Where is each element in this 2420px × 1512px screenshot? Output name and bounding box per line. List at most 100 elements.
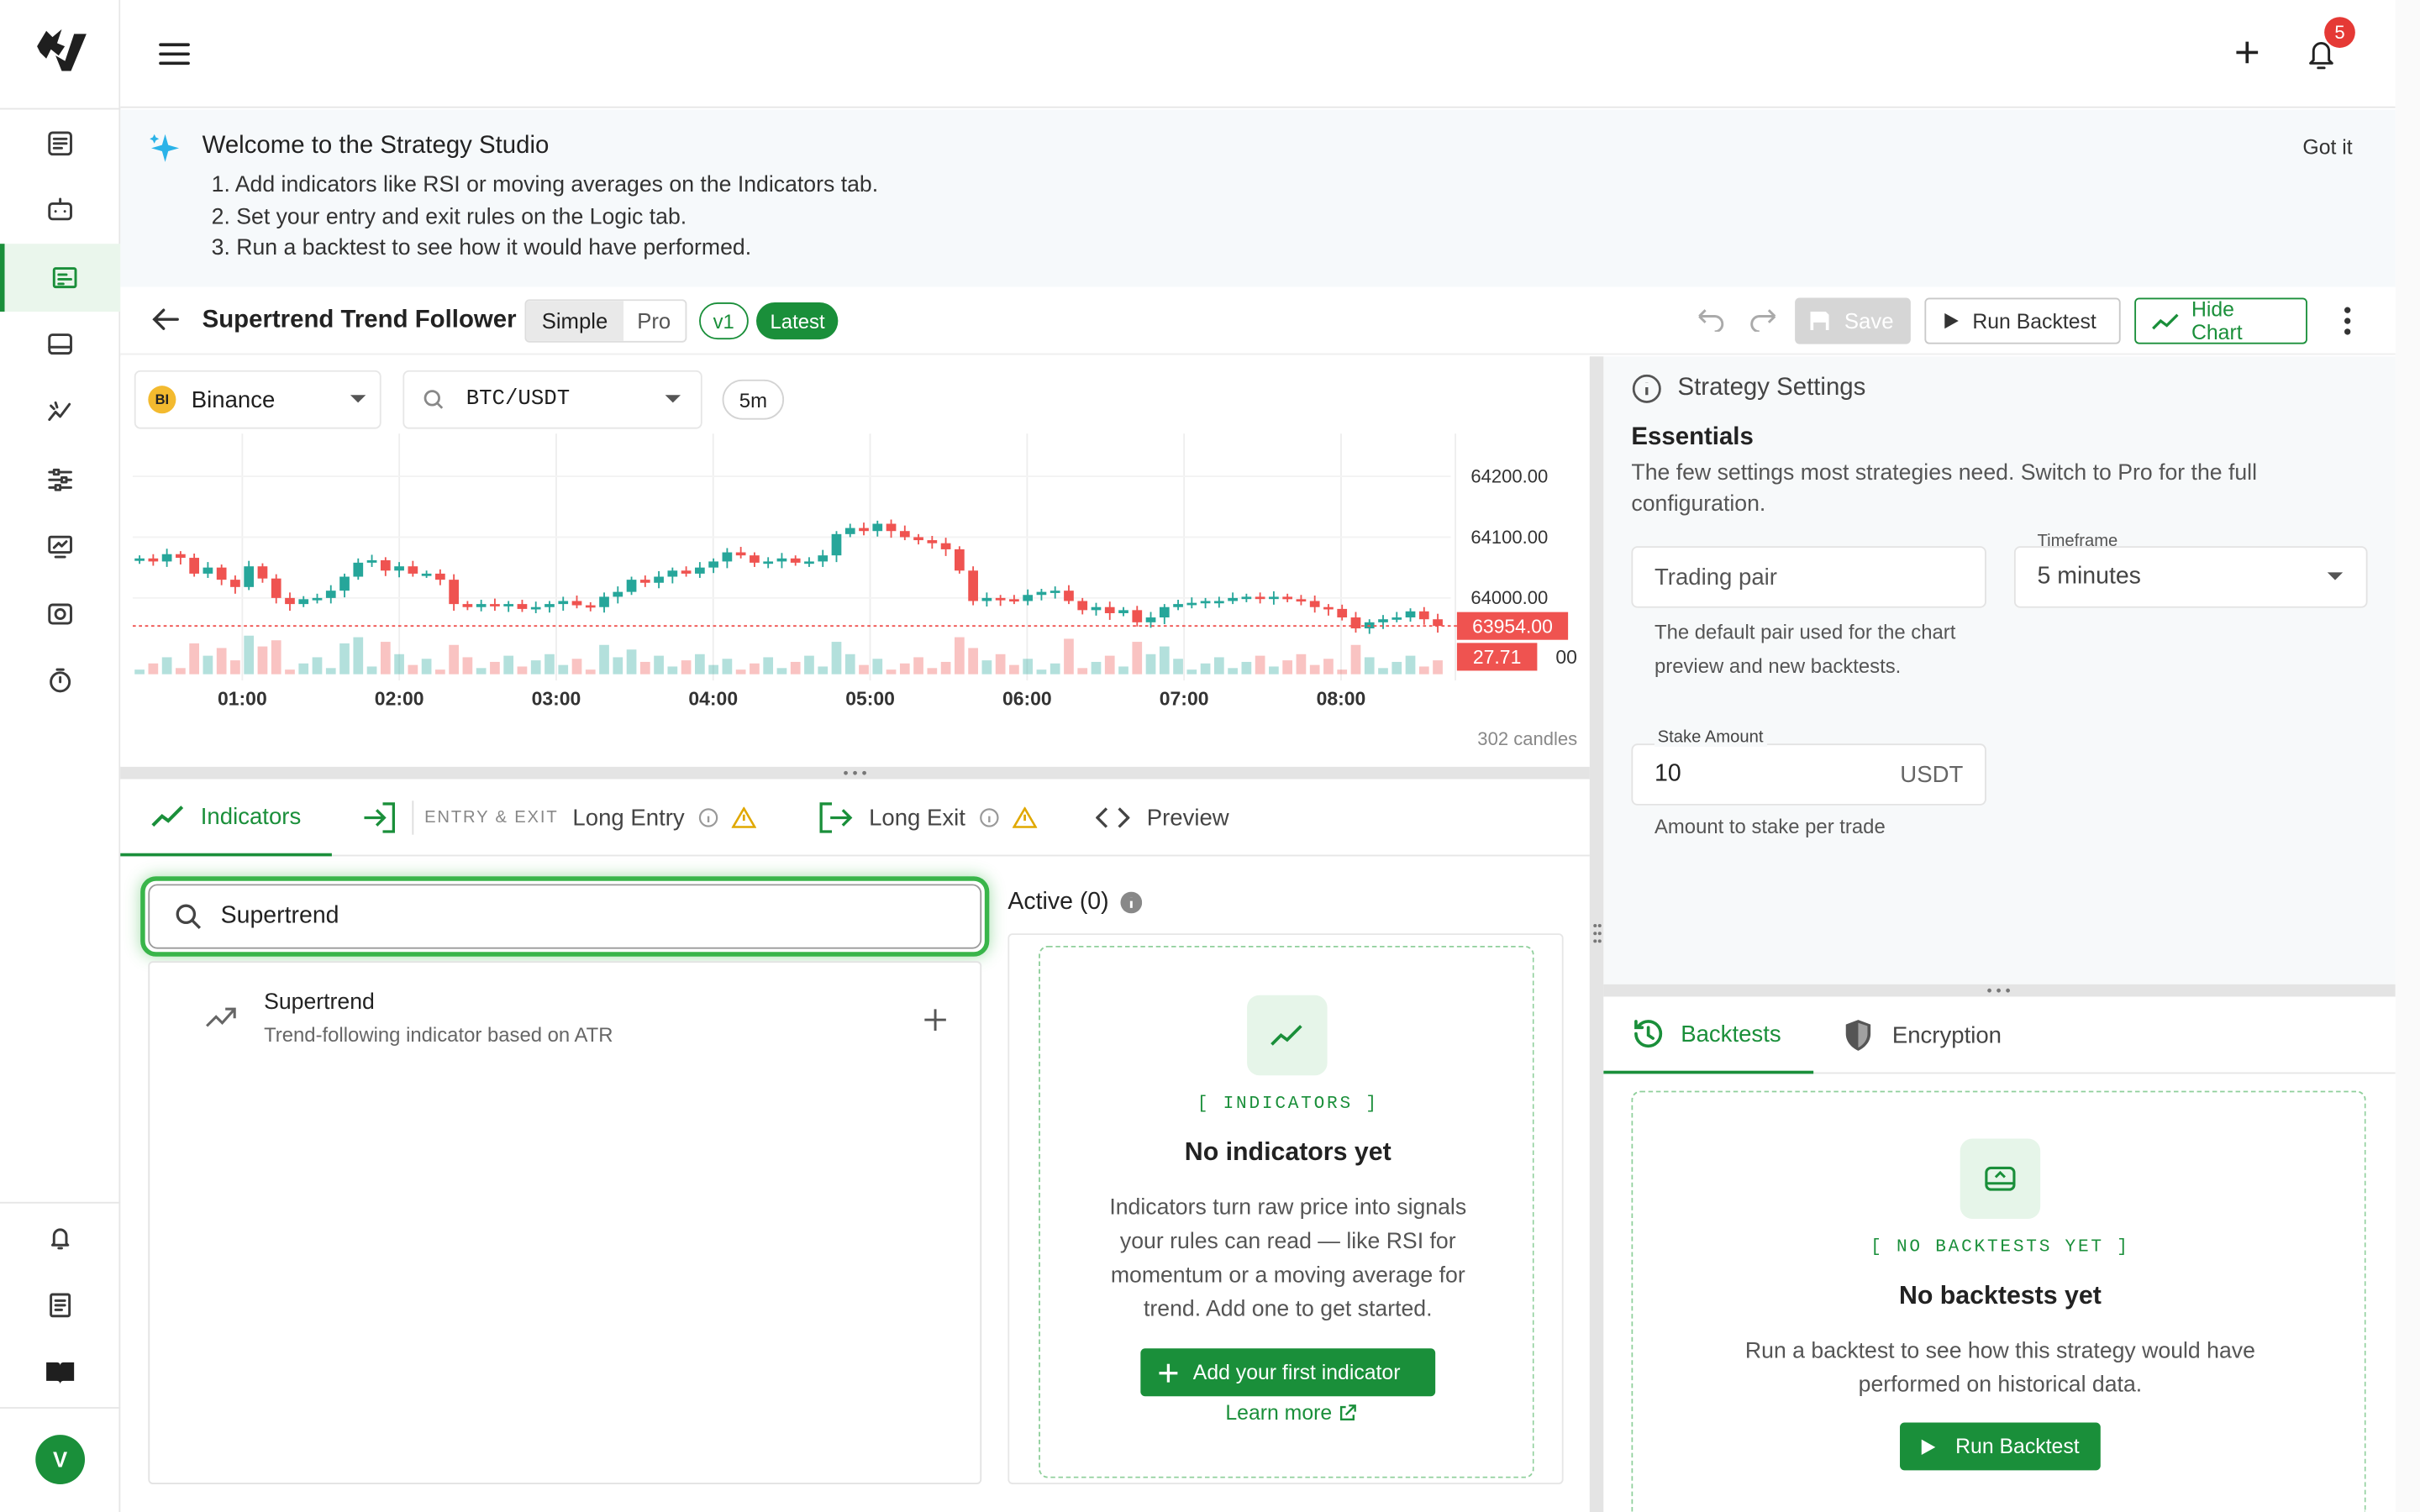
timeframe-chip-label: 5m	[739, 387, 767, 412]
volume-bar	[503, 655, 514, 675]
settings-resize-handle[interactable]	[1603, 984, 2396, 997]
vertical-resize-handle[interactable]	[1589, 356, 1604, 1512]
tab-long-entry[interactable]: Long Entry	[572, 780, 756, 857]
nav-book-icon[interactable]	[45, 1359, 76, 1387]
timeframe-value: 5 minutes	[2037, 563, 2141, 590]
nav-dashboard-icon[interactable]	[46, 129, 74, 157]
redo-icon[interactable]	[1749, 307, 1780, 332]
nav-timer-icon[interactable]	[46, 666, 74, 694]
x-tick-label: 04:00	[688, 687, 738, 709]
pair-select[interactable]: BTC/USDT	[402, 370, 702, 429]
volume-bar	[872, 659, 883, 675]
timeframe-select[interactable]: 5 minutes	[2013, 546, 2368, 608]
nav-monitor-icon[interactable]	[46, 533, 74, 560]
tab-encryption[interactable]: Encryption	[1843, 997, 2002, 1074]
run-backtest-empty-button[interactable]: Run Backtest	[1900, 1422, 2101, 1471]
candle-body	[530, 606, 541, 610]
user-avatar[interactable]: V	[35, 1435, 86, 1484]
volume-bar	[667, 666, 678, 675]
settings-panel: Strategy Settings Essentials The few set…	[1603, 356, 2396, 984]
nav-alerts-icon[interactable]	[46, 1224, 74, 1252]
candle-body	[804, 561, 814, 564]
tab-backtests[interactable]: Backtests	[1603, 997, 1814, 1074]
candle-body	[571, 601, 582, 606]
trading-pair-input[interactable]: Trading pair	[1631, 546, 1986, 608]
nav-backtests-icon[interactable]	[46, 330, 74, 358]
timeframe-chip[interactable]: 5m	[722, 379, 785, 420]
save-button[interactable]: Save	[1795, 297, 1911, 344]
volume-bar	[1269, 666, 1279, 675]
volume-bar	[421, 659, 432, 675]
no-backtests-tag: [ NO BACKTESTS YET ]	[1870, 1237, 2130, 1257]
learn-more-link[interactable]: Learn more	[1225, 1401, 1356, 1424]
last-volume-label: 27.71	[1473, 646, 1521, 668]
tab-long-exit[interactable]: Long Exit	[869, 780, 1037, 857]
volume-bar	[1091, 661, 1102, 675]
undo-icon[interactable]	[1695, 307, 1726, 332]
volume-bar	[1036, 669, 1047, 675]
nav-analytics-icon[interactable]	[46, 398, 74, 426]
volume-bar	[189, 643, 199, 675]
no-indicators-body: Indicators turn raw price into signals y…	[1109, 1195, 1467, 1323]
candle-body	[776, 558, 787, 562]
volume-bar	[585, 669, 596, 675]
volume-bar	[708, 664, 718, 675]
volume-bar	[530, 660, 541, 675]
nav-wallet-icon[interactable]	[46, 600, 74, 627]
add-icon[interactable]	[2235, 40, 2260, 65]
stake-amount-label: Stake Amount	[1654, 727, 1767, 747]
indicator-search-input[interactable]: Supertrend	[148, 884, 982, 949]
more-vertical-icon[interactable]	[2343, 306, 2352, 337]
external-link-icon	[1340, 1404, 1356, 1420]
price-chart[interactable]: 01:00 02:00 03:00 04:00 05:00 06:00 07:00 08:00…	[120, 433, 1590, 767]
candle-body	[1282, 596, 1293, 600]
nav-docs-icon[interactable]	[46, 1291, 74, 1319]
got-it-button[interactable]: Got it	[2302, 136, 2352, 160]
volume-bar	[394, 654, 404, 675]
candle-body	[230, 580, 240, 587]
scroll-track[interactable]	[2395, 0, 2420, 1512]
nav-settings-sliders-icon[interactable]	[46, 466, 74, 494]
top-header: 5	[120, 0, 2396, 108]
add-first-indicator-button[interactable]: Add your first indicator	[1140, 1348, 1436, 1397]
stake-help: Amount to stake per trade	[1654, 814, 1886, 838]
stake-unit: USDT	[1900, 761, 1964, 788]
candle-body	[1392, 617, 1402, 620]
back-arrow-icon[interactable]	[151, 307, 179, 332]
chart-resize-handle[interactable]	[120, 766, 1590, 780]
volume-bar	[626, 649, 637, 675]
tab-preview[interactable]: Preview	[1096, 780, 1229, 857]
editor-tabs: Indicators ENTRY & EXIT Long Entry Long …	[120, 779, 1590, 857]
volume-bar	[271, 640, 281, 675]
search-result-item[interactable]: Supertrend Trend-following indicator bas…	[150, 975, 980, 1068]
x-tick-label: 02:00	[375, 687, 424, 709]
save-icon	[1810, 312, 1829, 331]
horse-logo-icon[interactable]	[31, 24, 90, 76]
chevron-down-icon	[665, 395, 681, 403]
banner-title: Welcome to the Strategy Studio	[202, 132, 550, 160]
tab-indicators[interactable]: Indicators	[120, 780, 332, 857]
y-tick-label-partial: 00	[1555, 646, 1577, 668]
run-backtest-header-button[interactable]: Run Backtest	[1924, 297, 2121, 344]
hide-chart-button[interactable]: Hide Chart	[2134, 297, 2307, 344]
candle-body	[285, 597, 295, 605]
volume-bar	[176, 668, 186, 675]
candle-body	[189, 558, 199, 574]
mode-simple-button[interactable]: Simple	[526, 301, 623, 341]
active-panel: [ INDICATORS ] No indicators yet Indicat…	[1007, 933, 1564, 1484]
volume-bar	[790, 661, 801, 675]
empty-indicators-card: [ INDICATORS ] No indicators yet Indicat…	[1039, 945, 1534, 1478]
mode-pro-button[interactable]: Pro	[623, 301, 685, 341]
nav-strategies-active[interactable]	[0, 244, 121, 312]
volume-bar	[913, 657, 923, 675]
stake-amount-input[interactable]: 10 USDT	[1631, 743, 1986, 806]
nav-bots-icon[interactable]	[46, 196, 74, 223]
latest-badge: Latest	[756, 302, 839, 340]
candle-body	[626, 580, 637, 592]
add-indicator-plus-icon[interactable]	[924, 1009, 946, 1031]
candle-body	[1213, 601, 1224, 604]
menu-icon[interactable]	[157, 40, 191, 68]
search-icon	[176, 904, 202, 929]
exchange-select[interactable]: BI Binance	[134, 370, 381, 429]
search-results-panel: Supertrend Trend-following indicator bas…	[148, 961, 982, 1484]
